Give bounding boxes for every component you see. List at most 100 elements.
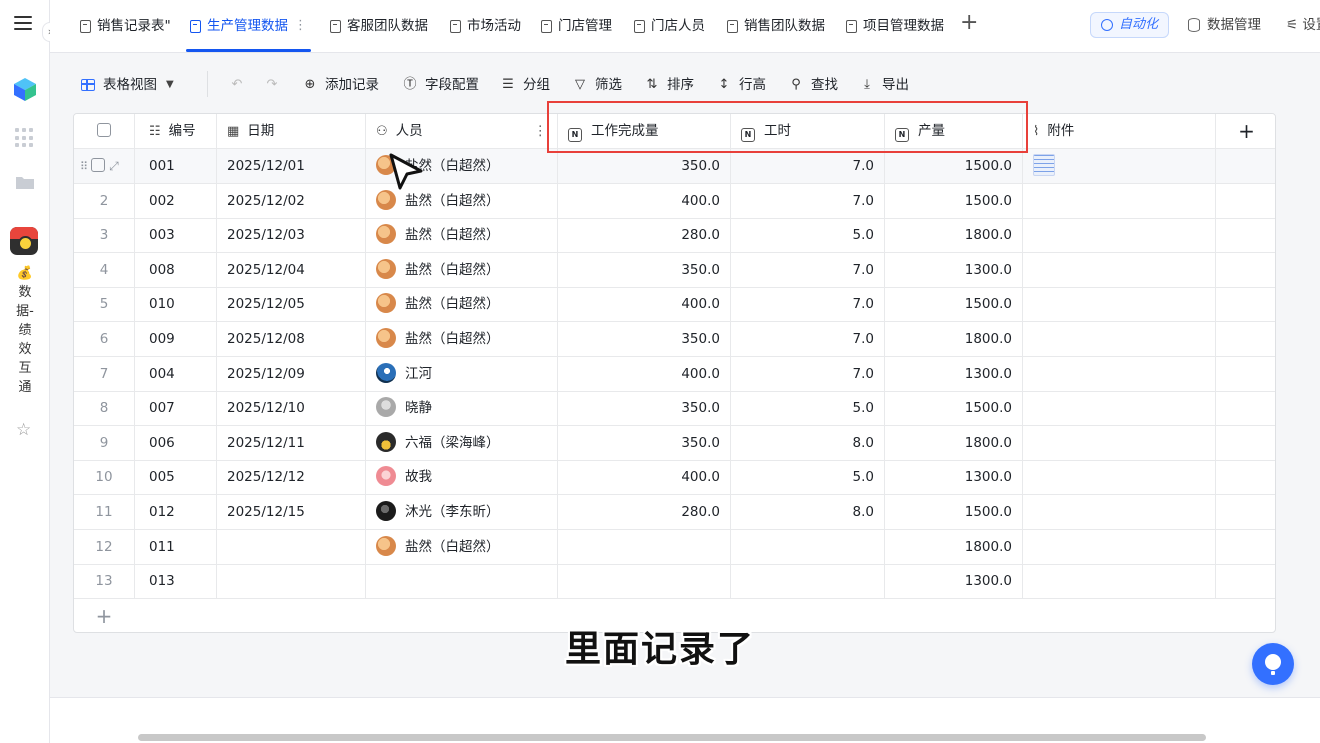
cell-date[interactable]: 2025/12/09 xyxy=(217,356,366,391)
tab-1[interactable]: 生产管理数据 ⋮ xyxy=(186,0,311,52)
cell-id[interactable]: 001 xyxy=(135,149,217,183)
view-switcher[interactable]: 表格视图 ▼ xyxy=(80,75,174,95)
cell-work[interactable]: 350.0 xyxy=(558,149,731,183)
row-number[interactable]: 8 xyxy=(74,391,135,426)
cell-hours[interactable]: 7.0 xyxy=(731,287,885,322)
select-all-checkbox[interactable] xyxy=(74,114,135,148)
cell-id[interactable]: 002 xyxy=(135,183,217,218)
cell-person[interactable]: 盐然（白超然） xyxy=(366,529,558,564)
table-row[interactable]: 7 004 2025/12/09 江河 400.0 7.0 1300.0 xyxy=(74,356,1275,392)
tab-more-icon[interactable]: ⋮ xyxy=(294,2,307,50)
row-number[interactable]: 5 xyxy=(74,287,135,322)
tab-0[interactable]: 销售记录表" xyxy=(80,0,171,52)
cell-attachment[interactable] xyxy=(1023,529,1216,564)
cell-id[interactable]: 005 xyxy=(135,460,217,495)
cell-hours[interactable]: 7.0 xyxy=(731,356,885,391)
expand-record-icon[interactable]: ⤢ xyxy=(109,159,119,173)
cell-person[interactable]: 故我 xyxy=(366,460,558,495)
column-header-person[interactable]: ⚇ 人员 ⋮ xyxy=(366,114,558,148)
add-record-button[interactable]: ⊕ 添加记录 xyxy=(302,75,379,95)
column-header-hours[interactable]: N 工时 xyxy=(731,114,885,148)
table-row[interactable]: 3 003 2025/12/03 盐然（白超然） 280.0 5.0 1800.0 xyxy=(74,218,1275,254)
cell-id[interactable]: 006 xyxy=(135,425,217,460)
cell-date[interactable]: 2025/12/15 xyxy=(217,495,366,529)
cell-hours[interactable]: 7.0 xyxy=(731,322,885,356)
cell-output[interactable]: 1800.0 xyxy=(885,425,1023,460)
add-column-button[interactable]: + xyxy=(1216,114,1275,148)
cell-output[interactable]: 1800.0 xyxy=(885,322,1023,356)
cell-output[interactable]: 1300.0 xyxy=(885,356,1023,391)
cell-person[interactable] xyxy=(366,564,558,599)
folder-icon[interactable] xyxy=(15,174,35,190)
horizontal-scrollbar[interactable] xyxy=(138,734,1206,741)
row-number[interactable]: 7 xyxy=(74,356,135,391)
cell-date[interactable]: 2025/12/10 xyxy=(217,391,366,426)
cell-date[interactable]: 2025/12/12 xyxy=(217,460,366,495)
field-config-button[interactable]: Ⓣ 字段配置 xyxy=(402,75,479,95)
cell-date[interactable]: 2025/12/02 xyxy=(217,183,366,218)
tab-2[interactable]: 客服团队数据 xyxy=(330,0,428,52)
cell-hours[interactable]: 7.0 xyxy=(731,149,885,183)
cell-work[interactable]: 400.0 xyxy=(558,183,731,218)
tab-3[interactable]: 市场活动 xyxy=(450,0,521,52)
cell-output[interactable]: 1800.0 xyxy=(885,218,1023,253)
menu-icon[interactable] xyxy=(14,16,32,30)
cell-id[interactable]: 012 xyxy=(135,495,217,529)
cell-attachment[interactable] xyxy=(1023,322,1216,356)
automation-button[interactable]: 自动化 xyxy=(1090,12,1170,38)
row-number[interactable]: 12 xyxy=(74,529,135,564)
row-select[interactable]: ⠿ ⤢ xyxy=(74,149,135,183)
data-manage-button[interactable]: 数据管理 xyxy=(1188,0,1261,50)
cell-date[interactable] xyxy=(217,529,366,564)
cell-hours[interactable]: 7.0 xyxy=(731,252,885,287)
add-table-button[interactable]: + xyxy=(960,10,978,35)
cell-work[interactable] xyxy=(558,529,731,564)
cell-attachment[interactable] xyxy=(1023,564,1216,599)
cell-date[interactable]: 2025/12/11 xyxy=(217,425,366,460)
table-row[interactable]: 12 011 盐然（白超然） 1800.0 xyxy=(74,529,1275,565)
row-number[interactable]: 9 xyxy=(74,425,135,460)
cell-attachment[interactable] xyxy=(1023,287,1216,322)
cell-date[interactable]: 2025/12/01 xyxy=(217,149,366,183)
row-number[interactable]: 6 xyxy=(74,322,135,356)
cell-id[interactable]: 007 xyxy=(135,391,217,426)
column-header-attachment[interactable]: ⌇ 附件 xyxy=(1023,114,1216,148)
filter-button[interactable]: ▽ 筛选 xyxy=(572,75,622,95)
cell-hours[interactable]: 5.0 xyxy=(731,218,885,253)
cell-work[interactable]: 280.0 xyxy=(558,495,731,529)
cell-person[interactable]: 江河 xyxy=(366,356,558,391)
export-button[interactable]: ⤓ 导出 xyxy=(859,75,909,95)
help-lightbulb-button[interactable] xyxy=(1252,643,1294,685)
cell-work[interactable]: 400.0 xyxy=(558,287,731,322)
row-height-button[interactable]: ↕ 行高 xyxy=(716,75,766,95)
cell-person[interactable]: 盐然（白超然） xyxy=(366,218,558,253)
cell-work[interactable]: 350.0 xyxy=(558,391,731,426)
cell-id[interactable]: 003 xyxy=(135,218,217,253)
cell-person[interactable]: 盐然（白超然） xyxy=(366,287,558,322)
drag-handle-icon[interactable]: ⠿ xyxy=(80,160,88,173)
cell-date[interactable]: 2025/12/04 xyxy=(217,252,366,287)
cell-date[interactable]: 2025/12/05 xyxy=(217,287,366,322)
cell-work[interactable]: 350.0 xyxy=(558,425,731,460)
table-row[interactable]: 2 002 2025/12/02 盐然（白超然） 400.0 7.0 1500.0 xyxy=(74,183,1275,219)
table-row[interactable]: 9 006 2025/12/11 六福（梁海峰） 350.0 8.0 1800.0 xyxy=(74,425,1275,461)
apps-grid-icon[interactable] xyxy=(15,128,35,148)
table-row[interactable]: 13 013 1300.0 xyxy=(74,564,1275,600)
cell-person[interactable]: 盐然（白超然） xyxy=(366,252,558,287)
column-header-id[interactable]: ☷ 编号 xyxy=(135,114,217,148)
row-number[interactable]: 11 xyxy=(74,495,135,529)
cell-output[interactable]: 1300.0 xyxy=(885,252,1023,287)
cell-person[interactable]: 盐然（白超然） xyxy=(366,322,558,356)
redo-button[interactable]: ↷ xyxy=(264,75,287,95)
row-number[interactable]: 2 xyxy=(74,183,135,218)
cell-attachment[interactable] xyxy=(1023,425,1216,460)
cell-output[interactable]: 1500.0 xyxy=(885,495,1023,529)
tab-5[interactable]: 门店人员 xyxy=(634,0,705,52)
cell-id[interactable]: 010 xyxy=(135,287,217,322)
workspace-name[interactable]: 💰数据-绩效互通 xyxy=(14,264,36,397)
cell-attachment[interactable] xyxy=(1023,495,1216,529)
group-button[interactable]: ☰ 分组 xyxy=(500,75,550,95)
tab-4[interactable]: 门店管理 xyxy=(541,0,612,52)
cell-attachment[interactable] xyxy=(1023,460,1216,495)
cell-hours[interactable]: 7.0 xyxy=(731,183,885,218)
